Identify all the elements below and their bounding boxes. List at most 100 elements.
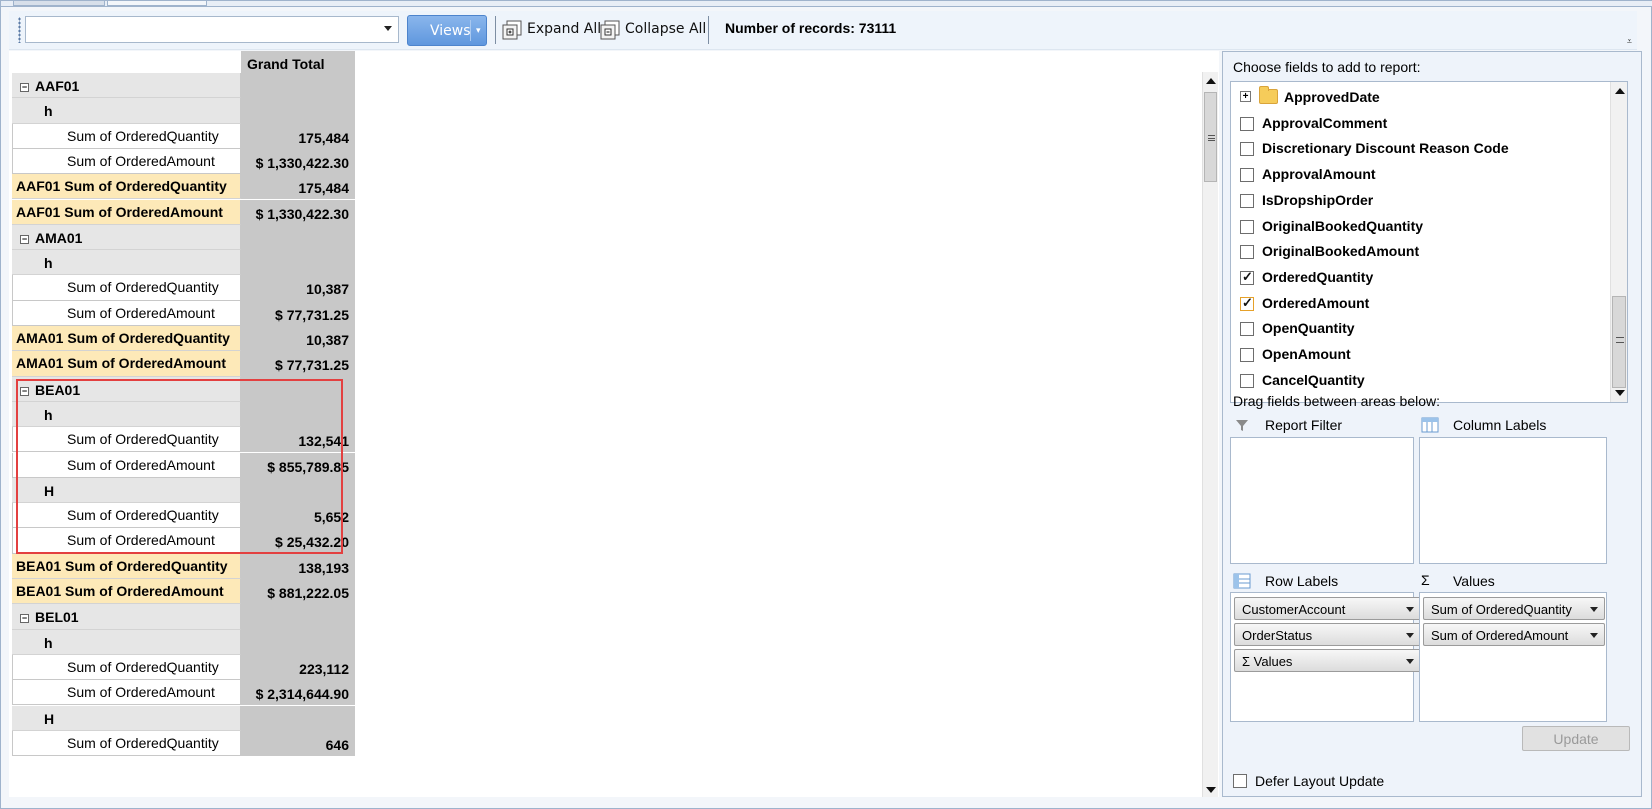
collapse-all-button[interactable]: Collapse All <box>599 19 706 41</box>
row-label[interactable]: h <box>12 98 241 124</box>
field-item[interactable]: OrderedAmount <box>1231 291 1606 317</box>
value-cell[interactable]: 138,193 <box>241 553 355 579</box>
row-label[interactable]: − BEL01 <box>12 604 241 630</box>
row-label[interactable]: h <box>12 401 241 428</box>
chevron-down-icon[interactable] <box>1406 607 1414 612</box>
collapse-icon[interactable]: − <box>20 234 29 244</box>
field-checkbox[interactable] <box>1240 245 1254 260</box>
field-item[interactable]: OriginalBookedQuantity <box>1231 214 1606 240</box>
scroll-thumb[interactable] <box>1612 296 1626 388</box>
row-label: AAF01 Sum of OrderedQuantity <box>12 174 241 200</box>
value-cell[interactable]: 646 <box>241 730 355 757</box>
field-checkbox[interactable] <box>1240 116 1254 131</box>
value-cell[interactable]: 10,387 <box>241 275 355 301</box>
collapse-icon[interactable]: − <box>20 614 29 624</box>
chevron-down-icon[interactable] <box>1406 659 1414 664</box>
row-label[interactable]: H <box>12 705 241 731</box>
column-labels-area[interactable] <box>1419 437 1607 564</box>
field-checkbox[interactable] <box>1240 295 1254 311</box>
field-item[interactable]: OriginalBookedAmount <box>1231 239 1606 265</box>
row-label[interactable]: − BEA01 <box>12 376 241 402</box>
value-cell[interactable]: $ 1,330,422.30 <box>241 148 355 175</box>
field-checkbox[interactable] <box>1240 322 1254 337</box>
value-cell[interactable]: $ 77,731.25 <box>241 300 355 326</box>
value-cell[interactable]: $ 881,222.05 <box>241 579 355 605</box>
field-item[interactable]: ApprovalAmount <box>1231 162 1606 188</box>
value-cell[interactable]: 132,541 <box>241 427 355 453</box>
field-checkbox[interactable] <box>1240 168 1254 183</box>
defer-layout-checkbox[interactable] <box>1233 774 1247 788</box>
field-item[interactable]: OpenAmount <box>1231 342 1606 368</box>
area-field-pill[interactable]: Sum of OrderedAmount <box>1423 623 1605 646</box>
field-checkbox[interactable] <box>1240 142 1254 157</box>
value-cell[interactable]: $ 1,330,422.30 <box>241 199 355 225</box>
toolbar-grip[interactable] <box>18 17 21 43</box>
expand-all-button[interactable]: Expand All <box>501 19 601 41</box>
chevron-down-icon[interactable]: ▾ <box>476 26 481 36</box>
field-item[interactable]: CancelQuantity <box>1231 368 1606 394</box>
scroll-up-icon[interactable] <box>1615 88 1625 94</box>
field-list-scrollbar[interactable] <box>1610 82 1627 402</box>
field-checkbox[interactable] <box>1240 269 1254 285</box>
value-cell[interactable]: $ 25,432.20 <box>241 528 355 554</box>
scroll-down-icon[interactable] <box>1615 390 1625 396</box>
row-label: AMA01 Sum of OrderedAmount <box>12 351 241 377</box>
value-cell[interactable]: 175,484 <box>241 174 355 200</box>
row-label[interactable]: H <box>12 477 241 504</box>
field-item[interactable]: IsDropshipOrder <box>1231 188 1606 214</box>
field-item[interactable]: Discretionary Discount Reason Code <box>1231 136 1606 162</box>
scroll-down-icon[interactable] <box>1206 787 1216 793</box>
value-cell[interactable]: 223,112 <box>241 654 355 681</box>
pivot-vertical-scrollbar[interactable] <box>1202 72 1218 797</box>
value-cell[interactable] <box>241 73 355 99</box>
row-label[interactable]: h <box>12 250 241 276</box>
chevron-down-icon[interactable] <box>1590 633 1598 638</box>
value-cell[interactable] <box>241 401 355 428</box>
value-cell[interactable]: $ 77,731.25 <box>241 351 355 377</box>
value-cell[interactable]: 5,652 <box>241 503 355 529</box>
value-cell[interactable]: 10,387 <box>241 326 355 352</box>
value-cell[interactable] <box>241 629 355 655</box>
field-checkbox[interactable] <box>1240 219 1254 234</box>
value-cell[interactable] <box>241 224 355 251</box>
scroll-thumb[interactable] <box>1204 92 1217 182</box>
tab-1[interactable] <box>13 1 105 6</box>
value-cell[interactable]: $ 2,314,644.90 <box>241 680 355 706</box>
area-field-pill[interactable]: CustomerAccount <box>1234 597 1421 620</box>
update-button[interactable]: Update <box>1522 726 1630 751</box>
tab-2[interactable] <box>107 1 207 6</box>
value-cell[interactable]: 175,484 <box>241 123 355 149</box>
toolbar-overflow-icon[interactable]: ⩡ <box>1627 37 1632 47</box>
field-checkbox[interactable] <box>1240 373 1254 388</box>
value-cell[interactable]: $ 855,789.85 <box>241 452 355 478</box>
row-label[interactable]: h <box>12 629 241 655</box>
expand-icon[interactable]: + <box>1240 91 1251 102</box>
value-cell[interactable] <box>241 604 355 630</box>
value-cell[interactable] <box>241 98 355 124</box>
value-cell[interactable] <box>241 705 355 731</box>
report-filter-area[interactable] <box>1230 437 1414 564</box>
value-cell[interactable] <box>241 477 355 504</box>
field-item[interactable]: OrderedQuantity <box>1231 265 1606 291</box>
collapse-icon[interactable]: − <box>20 386 29 396</box>
values-area[interactable]: Sum of OrderedQuantity Sum of OrderedAmou… <box>1419 592 1607 722</box>
area-field-pill[interactable]: OrderStatus <box>1234 623 1421 646</box>
collapse-icon[interactable]: − <box>20 83 29 92</box>
scroll-up-icon[interactable] <box>1206 78 1216 84</box>
field-item[interactable]: OpenQuantity <box>1231 316 1606 342</box>
row-label[interactable]: − AAF01 <box>12 73 241 99</box>
row-label[interactable]: − AMA01 <box>12 224 241 251</box>
field-item[interactable]: + ApprovedDate <box>1231 85 1606 111</box>
value-cell[interactable] <box>241 376 355 402</box>
field-checkbox[interactable] <box>1240 348 1254 362</box>
field-checkbox[interactable] <box>1240 193 1254 208</box>
views-button[interactable]: Views ▾ <box>407 15 487 46</box>
area-field-pill[interactable]: Σ Values <box>1234 649 1421 672</box>
chevron-down-icon[interactable] <box>1406 633 1414 638</box>
view-select[interactable] <box>25 16 399 43</box>
row-labels-area[interactable]: CustomerAccount OrderStatus Σ Values <box>1230 592 1421 722</box>
value-cell[interactable] <box>241 250 355 276</box>
field-item[interactable]: ApprovalComment <box>1231 111 1606 137</box>
area-field-pill[interactable]: Sum of OrderedQuantity <box>1423 597 1605 620</box>
chevron-down-icon[interactable] <box>1590 607 1598 612</box>
